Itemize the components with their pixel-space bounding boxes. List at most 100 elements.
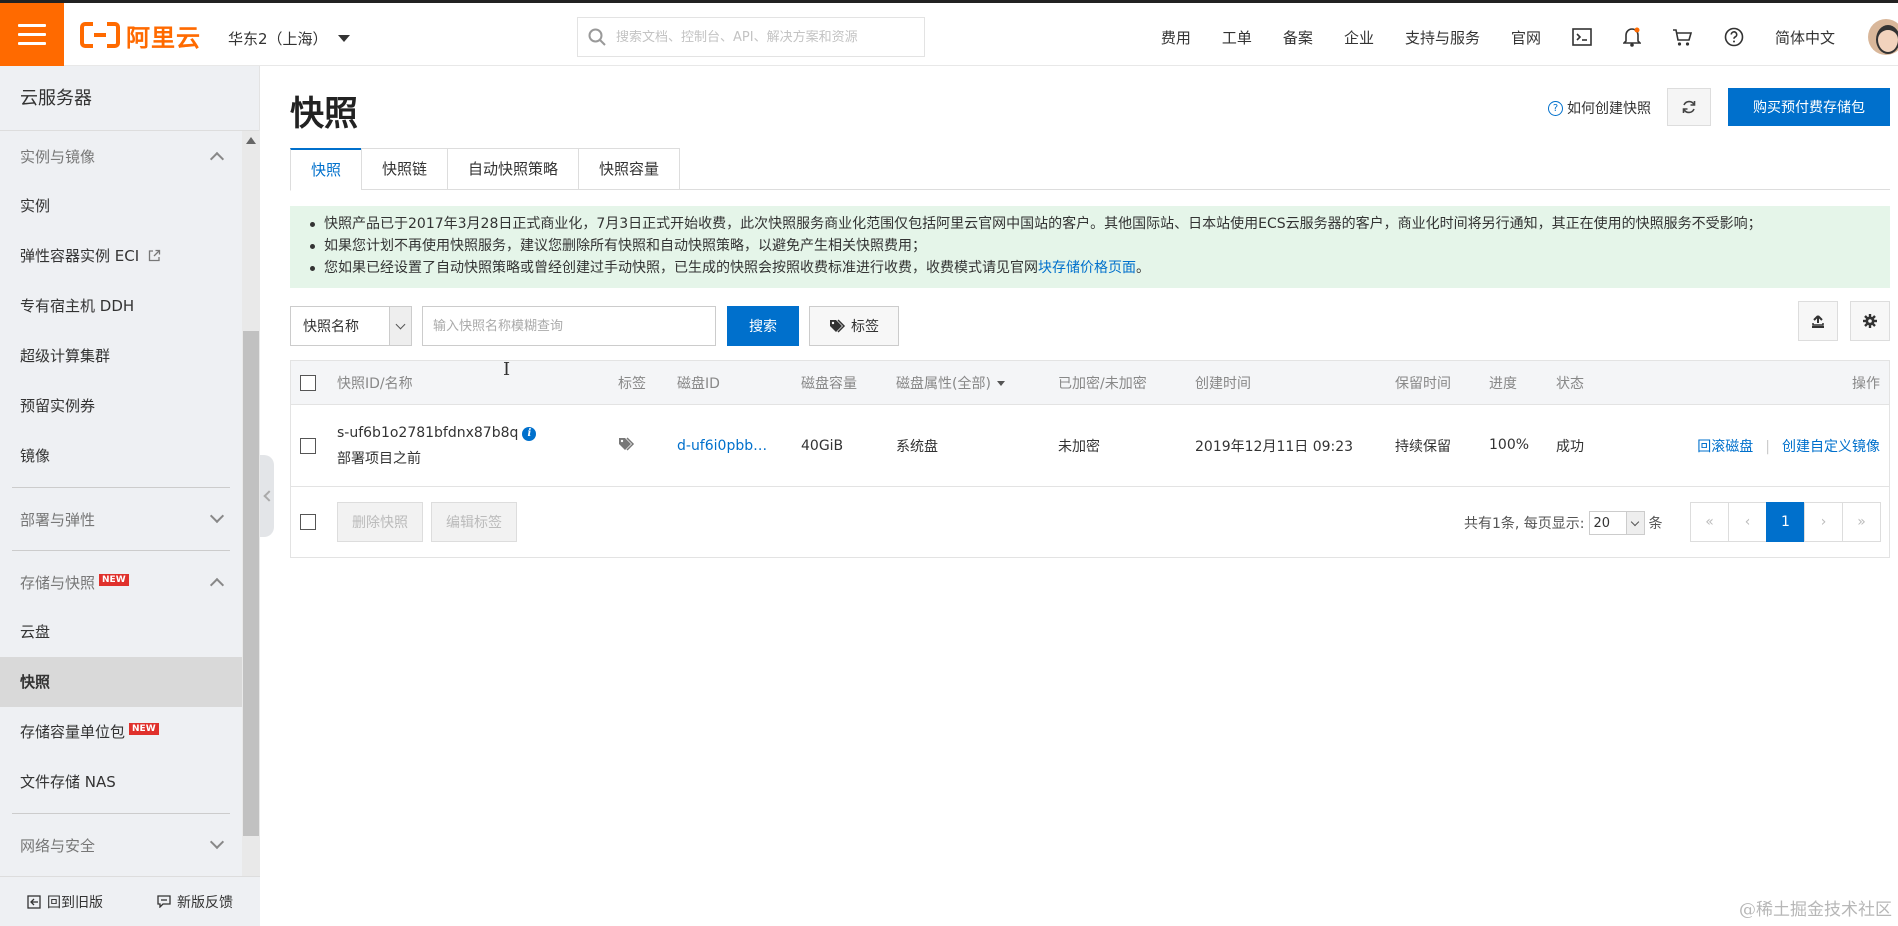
- disk-id-link[interactable]: d-uf6i0pbb…: [677, 438, 767, 454]
- cart-icon[interactable]: [1672, 28, 1693, 47]
- sidebar-item-snapshots[interactable]: 快照: [0, 657, 242, 707]
- filter-bar: 快照名称 搜索 标签: [290, 301, 1890, 346]
- first-page-button[interactable]: «: [1690, 502, 1729, 542]
- rollback-disk-link[interactable]: 回滚磁盘: [1697, 439, 1753, 455]
- nav-fees[interactable]: 费用: [1161, 27, 1191, 48]
- footer-select-all-checkbox[interactable]: [300, 514, 316, 530]
- tab-auto-snapshot-policy[interactable]: 自动快照策略: [447, 148, 579, 190]
- sidebar-item-scc[interactable]: 超级计算集群: [0, 331, 242, 381]
- help-icon[interactable]: [1724, 27, 1744, 47]
- divider: [12, 550, 230, 551]
- chevron-down-icon: [1625, 512, 1644, 534]
- logo[interactable]: 阿里云: [80, 20, 201, 52]
- col-actions: 操作: [1852, 375, 1880, 392]
- nav-official-site[interactable]: 官网: [1511, 27, 1541, 48]
- col-encryption: 已加密/未加密: [1058, 375, 1147, 392]
- snapshot-search-input[interactable]: [422, 306, 716, 346]
- scroll-up-icon[interactable]: [246, 137, 256, 144]
- page-1-button[interactable]: 1: [1766, 502, 1805, 542]
- sidebar-item-nas[interactable]: 文件存储 NAS: [0, 757, 242, 807]
- chevron-down-icon: [389, 307, 411, 345]
- col-retention: 保留时间: [1395, 375, 1451, 392]
- last-page-button[interactable]: »: [1842, 502, 1881, 542]
- sidebar-scrollbar[interactable]: [242, 131, 260, 876]
- notice-box: 快照产品已于2017年3月28日正式商业化，7月3日正式开始收费，此次快照服务商…: [290, 206, 1890, 288]
- edit-tags-icon[interactable]: [618, 436, 636, 455]
- divider: [12, 487, 230, 488]
- col-snapshot-id: 快照ID/名称: [337, 375, 413, 392]
- settings-button[interactable]: [1850, 301, 1890, 341]
- edit-tags-button[interactable]: 编辑标签: [431, 502, 517, 542]
- tag-filter-button[interactable]: 标签: [809, 306, 899, 346]
- sidebar-group-storage[interactable]: 存储与快照 NEW: [0, 557, 242, 607]
- page-size-select[interactable]: 20: [1588, 511, 1645, 535]
- pricing-page-link[interactable]: 块存储价格页面: [1038, 260, 1136, 276]
- tab-snapshot-chain[interactable]: 快照链: [361, 148, 448, 190]
- sidebar-collapse-handle[interactable]: [260, 455, 275, 537]
- sidebar-group-instances[interactable]: 实例与镜像: [0, 131, 242, 181]
- feedback-button[interactable]: 新版反馈: [157, 892, 233, 912]
- feedback-label: 新版反馈: [177, 894, 233, 911]
- sidebar-item-eci[interactable]: 弹性容器实例 ECI: [0, 231, 242, 281]
- delete-snapshot-button[interactable]: 删除快照: [337, 502, 423, 542]
- divider: [12, 813, 230, 814]
- region-selector[interactable]: 华东2（上海）: [228, 28, 350, 49]
- export-button[interactable]: [1798, 301, 1838, 341]
- prev-page-button[interactable]: ‹: [1728, 502, 1767, 542]
- sidebar-footer: 回到旧版 新版反馈: [0, 876, 260, 926]
- sidebar-group-network[interactable]: 网络与安全: [0, 820, 242, 870]
- global-search-input[interactable]: [616, 29, 906, 45]
- sidebar-item-disks[interactable]: 云盘: [0, 607, 242, 657]
- chevron-down-icon: [209, 508, 225, 524]
- aliyun-logo-icon: [80, 22, 120, 48]
- select-all-checkbox[interactable]: [300, 374, 316, 391]
- sidebar-group-label: 实例与镜像: [20, 147, 96, 166]
- table-header: 快照ID/名称 标签 磁盘ID 磁盘容量 磁盘属性(全部) 已加密/未加密 创建…: [291, 361, 1889, 405]
- sidebar-item-reserved[interactable]: 预留实例券: [0, 381, 242, 431]
- region-label: 华东2（上海）: [228, 30, 328, 48]
- top-nav: 费用 工单 备案 企业 支持与服务 官网 简体中文: [1161, 19, 1898, 55]
- create-custom-image-link[interactable]: 创建自定义镜像: [1782, 439, 1880, 455]
- nav-tickets[interactable]: 工单: [1222, 27, 1252, 48]
- tab-snapshot-capacity[interactable]: 快照容量: [578, 148, 681, 190]
- tab-snapshots[interactable]: 快照: [290, 148, 362, 191]
- language-selector[interactable]: 简体中文: [1775, 27, 1835, 48]
- sidebar-item-scu[interactable]: 存储容量单位包 NEW: [0, 707, 242, 757]
- help-link-label: 如何创建快照: [1567, 101, 1651, 117]
- page-size-value: 20: [1593, 515, 1611, 531]
- export-icon: [1812, 315, 1824, 328]
- nav-support[interactable]: 支持与服务: [1405, 27, 1480, 48]
- refresh-icon: [1682, 100, 1696, 114]
- scroll-thumb[interactable]: [243, 331, 259, 836]
- page-title: 快照: [290, 94, 358, 134]
- back-to-old-version-button[interactable]: 回到旧版: [27, 892, 103, 912]
- gear-icon: [1863, 314, 1877, 328]
- terminal-icon[interactable]: [1572, 28, 1592, 46]
- col-disk-attribute-filter[interactable]: 磁盘属性(全部): [896, 373, 1005, 393]
- nav-enterprise[interactable]: 企业: [1344, 27, 1374, 48]
- sidebar-item-instances[interactable]: 实例: [0, 181, 242, 231]
- sidebar-group-deploy[interactable]: 部署与弹性: [0, 494, 242, 544]
- filter-field-select[interactable]: 快照名称: [290, 306, 412, 346]
- next-page-button[interactable]: ›: [1804, 502, 1843, 542]
- notice-text: 。: [1136, 260, 1150, 276]
- row-checkbox[interactable]: [300, 437, 316, 454]
- nav-icp[interactable]: 备案: [1283, 27, 1313, 48]
- help-link[interactable]: ? 如何创建快照: [1548, 98, 1651, 118]
- bell-icon[interactable]: [1622, 27, 1641, 47]
- buy-storage-package-button[interactable]: 购买预付费存储包: [1728, 88, 1890, 126]
- refresh-button[interactable]: [1667, 88, 1711, 126]
- pagination-unit: 条: [1648, 516, 1663, 532]
- notice-line-2: 如果您计划不再使用快照服务，建议您删除所有快照和自动快照策略，以避免产生相关快照…: [310, 235, 1890, 257]
- divider: |: [1765, 438, 1770, 455]
- sidebar-item-images[interactable]: 镜像: [0, 431, 242, 481]
- avatar[interactable]: [1868, 19, 1898, 55]
- col-disk-capacity: 磁盘容量: [801, 375, 857, 392]
- info-icon[interactable]: i: [522, 426, 537, 441]
- search-button[interactable]: 搜索: [727, 306, 799, 346]
- menu-icon[interactable]: [0, 3, 64, 66]
- progress: 100%: [1489, 436, 1530, 453]
- global-search[interactable]: [577, 17, 925, 57]
- pagination-total: 共有1条, 每页显示:: [1464, 516, 1585, 532]
- sidebar-item-ddh[interactable]: 专有宿主机 DDH: [0, 281, 242, 331]
